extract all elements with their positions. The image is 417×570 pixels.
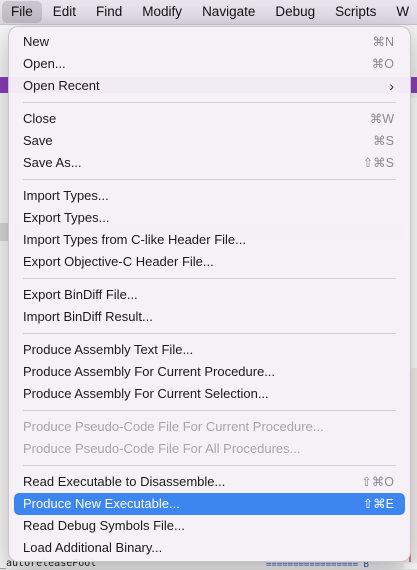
menu-item-produce-new-executable[interactable]: Produce New Executable... ⇧⌘E xyxy=(14,493,405,515)
menu-item-close[interactable]: Close ⌘W xyxy=(14,108,405,130)
menu-item-shortcut: ⌘S xyxy=(373,134,394,148)
menu-item-read-executable-to-disassemble[interactable]: Read Executable to Disassemble... ⇧⌘O xyxy=(14,471,405,493)
menu-item-shortcut: ⇧⌘S xyxy=(362,156,394,170)
menubar-item-scripts[interactable]: Scripts xyxy=(326,1,385,23)
menu-item-label: Export Objective-C Header File... xyxy=(23,254,214,269)
menu-item-label: Read Executable to Disassemble... xyxy=(23,474,226,489)
menu-item-label: Save xyxy=(23,133,53,148)
menu-item-export-types[interactable]: Export Types... xyxy=(14,207,405,229)
menu-item-produce-pseudo-code-file-for-all-procedures: Produce Pseudo-Code File For All Procedu… xyxy=(14,438,405,460)
menu-item-produce-assembly-text-file[interactable]: Produce Assembly Text File... xyxy=(14,339,405,361)
menubar-item-file[interactable]: File xyxy=(2,1,42,23)
menu-item-label: Import Types... xyxy=(23,188,109,203)
menu-item-label: New xyxy=(23,34,50,49)
menubar-item-w[interactable]: W xyxy=(387,1,417,23)
menu-item-label: Produce Assembly For Current Procedure..… xyxy=(23,364,276,379)
menu-item-load-additional-binary[interactable]: Load Additional Binary... xyxy=(14,537,405,559)
menu-item-save-as[interactable]: Save As... ⇧⌘S xyxy=(14,152,405,174)
menu-item-produce-assembly-for-current-selection[interactable]: Produce Assembly For Current Selection..… xyxy=(14,383,405,405)
menu-item-open[interactable]: Open... ⌘O xyxy=(14,53,405,75)
menubar-item-find[interactable]: Find xyxy=(87,1,131,23)
menu-item-shortcut: ⌘W xyxy=(369,112,394,126)
menu-bar: File Edit Find Modify Navigate Debug Scripts W xyxy=(0,0,417,25)
menubar-item-navigate[interactable]: Navigate xyxy=(193,1,264,23)
menu-item-label: Produce Pseudo-Code File For Current Pro… xyxy=(23,419,324,434)
menu-item-import-bindiff-result[interactable]: Import BinDiff Result... xyxy=(14,306,405,328)
menu-item-label: Open Recent xyxy=(23,78,100,93)
menu-item-export-objective-c-header-file[interactable]: Export Objective-C Header File... xyxy=(14,251,405,273)
menu-item-new[interactable]: New ⌘N xyxy=(14,31,405,53)
menu-separator xyxy=(23,179,396,180)
menu-separator xyxy=(23,410,396,411)
menu-item-shortcut: ⇧⌘O xyxy=(361,475,394,489)
menu-item-import-types[interactable]: Import Types... xyxy=(14,185,405,207)
menu-separator xyxy=(23,102,396,103)
menu-item-label: Produce New Executable... xyxy=(23,496,180,511)
menu-separator xyxy=(23,278,396,279)
menu-item-label: Open... xyxy=(23,56,66,71)
menu-item-label: Save As... xyxy=(23,155,82,170)
menu-item-label: Produce Pseudo-Code File For All Procedu… xyxy=(23,441,301,456)
menu-item-produce-pseudo-code-file-for-current-procedure: Produce Pseudo-Code File For Current Pro… xyxy=(14,416,405,438)
menu-item-label: Import BinDiff Result... xyxy=(23,309,153,324)
menu-item-label: Produce Assembly Text File... xyxy=(23,342,194,357)
menu-item-shortcut: ⌘N xyxy=(372,35,394,49)
menubar-item-edit[interactable]: Edit xyxy=(44,1,85,23)
menu-item-open-recent[interactable]: Open Recent › xyxy=(14,75,405,97)
menu-item-label: Produce Assembly For Current Selection..… xyxy=(23,386,269,401)
menu-item-export-bindiff-file[interactable]: Export BinDiff File... xyxy=(14,284,405,306)
menu-separator xyxy=(23,465,396,466)
menubar-item-debug[interactable]: Debug xyxy=(266,1,324,23)
menubar-item-modify[interactable]: Modify xyxy=(133,1,191,23)
menu-item-label: Export Types... xyxy=(23,210,110,225)
menu-item-shortcut: ⇧⌘E xyxy=(362,497,394,511)
menu-item-shortcut: ⌘O xyxy=(371,57,394,71)
menu-item-import-types-from-c-like-header-file[interactable]: Import Types from C-like Header File... xyxy=(14,229,405,251)
menu-item-produce-assembly-for-current-procedure[interactable]: Produce Assembly For Current Procedure..… xyxy=(14,361,405,383)
chevron-right-icon: › xyxy=(389,78,394,94)
menu-item-label: Import Types from C-like Header File... xyxy=(23,232,246,247)
menu-item-label: Export BinDiff File... xyxy=(23,287,138,302)
menu-item-label: Close xyxy=(23,111,57,126)
menu-item-save[interactable]: Save ⌘S xyxy=(14,130,405,152)
menu-item-label: Load Additional Binary... xyxy=(23,540,163,555)
menu-item-read-debug-symbols-file[interactable]: Read Debug Symbols File... xyxy=(14,515,405,537)
menu-separator xyxy=(23,333,396,334)
menu-item-label: Read Debug Symbols File... xyxy=(23,518,185,533)
file-menu-dropdown: New ⌘N Open... ⌘O Open Recent › Close ⌘W Save ⌘S S… xyxy=(8,26,411,562)
